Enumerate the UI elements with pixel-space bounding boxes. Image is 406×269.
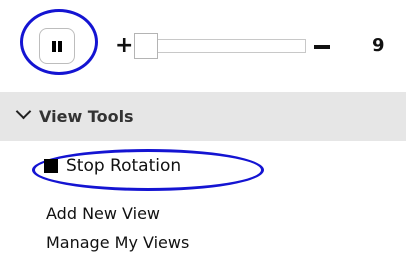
zoom-in-button[interactable]: + [115, 28, 133, 64]
zoom-slider-thumb[interactable] [134, 33, 158, 59]
view-tools-title: View Tools [39, 107, 134, 126]
view-tools-header[interactable]: View Tools [0, 92, 406, 141]
zoom-slider-track[interactable] [136, 39, 306, 53]
add-new-view-link[interactable]: Add New View [46, 203, 160, 225]
chevron-down-icon [15, 103, 32, 120]
pause-button[interactable] [39, 28, 75, 64]
zoom-level-value: 9 [372, 35, 385, 56]
stop-square-icon [44, 159, 58, 173]
manage-my-views-link[interactable]: Manage My Views [46, 232, 189, 254]
playback-controls: + 9 [0, 0, 406, 92]
zoom-out-button[interactable] [314, 45, 330, 49]
stop-rotation-link[interactable]: Stop Rotation [66, 152, 181, 180]
